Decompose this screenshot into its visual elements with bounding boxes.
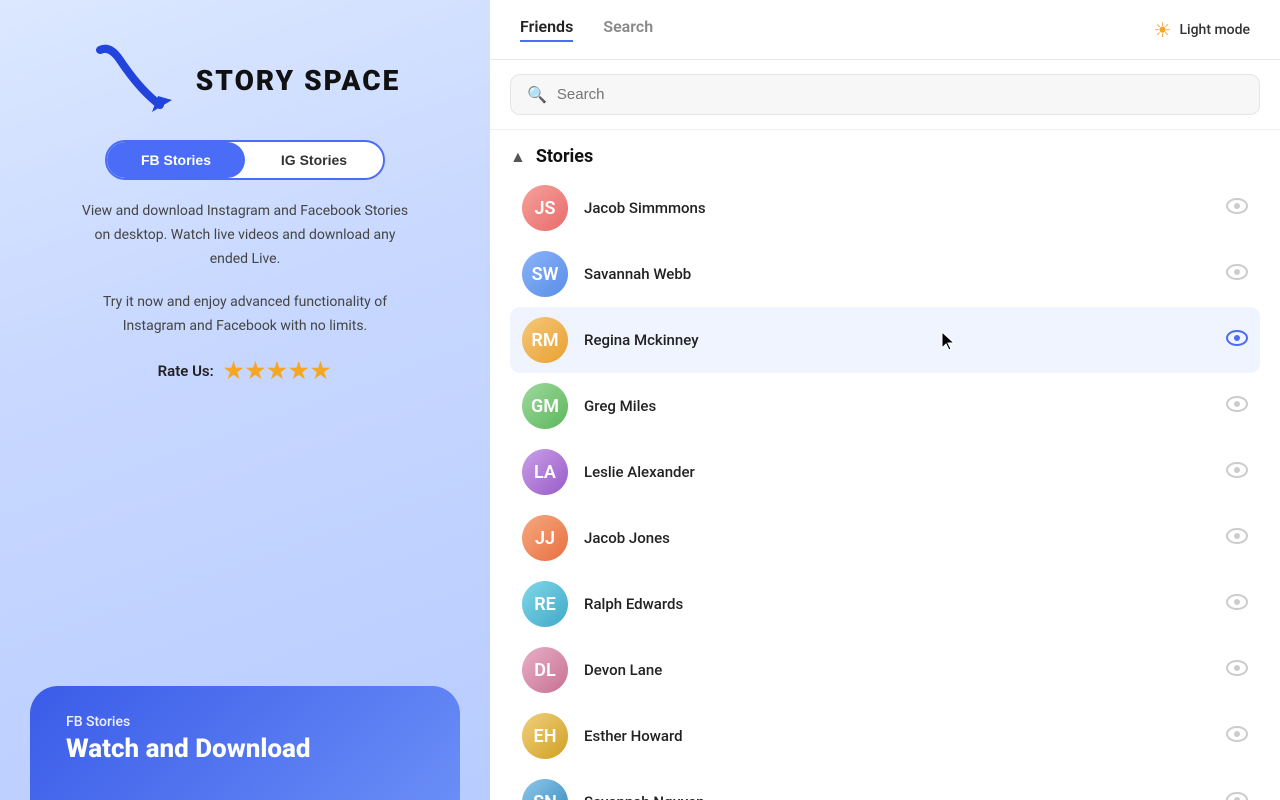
story-name: Ralph Edwards: [584, 595, 1226, 613]
avatar: RM: [522, 317, 568, 363]
eye-icon[interactable]: [1226, 792, 1248, 800]
search-input[interactable]: [557, 86, 1243, 103]
logo-area: STORY SPACE: [90, 40, 400, 120]
avatar: JJ: [522, 515, 568, 561]
story-name: Esther Howard: [584, 727, 1226, 745]
story-type-toggle: FB Stories IG Stories: [105, 140, 385, 180]
stories-section: ▲ Stories JS Jacob Simmmons SW Savannah Web…: [490, 130, 1280, 800]
search-icon: 🔍: [527, 85, 547, 104]
story-item[interactable]: SN Savannah Nguyen: [510, 769, 1260, 800]
story-item[interactable]: RM Regina Mckinney: [510, 307, 1260, 373]
eye-icon[interactable]: [1226, 528, 1248, 549]
story-name: Savannah Nguyen: [584, 793, 1226, 800]
light-mode-toggle[interactable]: ☀ Light mode: [1154, 18, 1250, 42]
story-name: Devon Lane: [584, 661, 1226, 679]
app-title: STORY SPACE: [196, 64, 400, 97]
ig-stories-button[interactable]: IG Stories: [245, 142, 383, 178]
eye-icon[interactable]: [1226, 330, 1248, 351]
avatar: EH: [522, 713, 568, 759]
rate-us-row: Rate Us: ★★★★★: [158, 359, 333, 384]
description-2: Try it now and enjoy advanced functional…: [75, 291, 415, 339]
story-name: Greg Miles: [584, 397, 1226, 415]
eye-icon[interactable]: [1226, 396, 1248, 417]
story-item[interactable]: JJ Jacob Jones: [510, 505, 1260, 571]
sun-icon: ☀: [1154, 18, 1172, 42]
story-name: Leslie Alexander: [584, 463, 1226, 481]
collapse-icon[interactable]: ▲: [510, 147, 526, 167]
avatar: LA: [522, 449, 568, 495]
eye-icon[interactable]: [1226, 264, 1248, 285]
left-panel: STORY SPACE FB Stories IG Stories View a…: [0, 0, 490, 800]
story-item[interactable]: EH Esther Howard: [510, 703, 1260, 769]
stories-label: Stories: [536, 146, 593, 167]
right-panel: Friends Search ☀ Light mode 🔍 ▲ Stories …: [490, 0, 1280, 800]
search-bar: 🔍: [510, 74, 1260, 115]
eye-icon[interactable]: [1226, 660, 1248, 681]
bottom-cta-banner[interactable]: FB Stories Watch and Download: [30, 686, 460, 800]
tab-friends[interactable]: Friends: [520, 17, 573, 42]
fb-stories-button[interactable]: FB Stories: [107, 142, 245, 178]
story-item[interactable]: SW Savannah Webb: [510, 241, 1260, 307]
eye-icon[interactable]: [1226, 198, 1248, 219]
story-item[interactable]: DL Devon Lane: [510, 637, 1260, 703]
avatar: GM: [522, 383, 568, 429]
description-1: View and download Instagram and Facebook…: [75, 200, 415, 271]
eye-icon[interactable]: [1226, 594, 1248, 615]
story-name: Regina Mckinney: [584, 331, 1226, 349]
arrow-icon: [90, 40, 180, 120]
eye-icon[interactable]: [1226, 726, 1248, 747]
tab-search[interactable]: Search: [603, 17, 653, 42]
avatar: RE: [522, 581, 568, 627]
story-name: Jacob Jones: [584, 529, 1226, 547]
avatar: SW: [522, 251, 568, 297]
story-name: Jacob Simmmons: [584, 199, 1226, 217]
story-item[interactable]: JS Jacob Simmmons: [510, 175, 1260, 241]
nav-tabs: Friends Search: [520, 17, 653, 42]
eye-icon[interactable]: [1226, 462, 1248, 483]
search-bar-wrap: 🔍: [490, 60, 1280, 130]
story-item[interactable]: GM Greg Miles: [510, 373, 1260, 439]
story-item[interactable]: LA Leslie Alexander: [510, 439, 1260, 505]
cta-title: Watch and Download: [66, 734, 424, 764]
left-top-content: STORY SPACE FB Stories IG Stories View a…: [30, 40, 460, 384]
story-name: Savannah Webb: [584, 265, 1226, 283]
story-item[interactable]: RE Ralph Edwards: [510, 571, 1260, 637]
cta-subtitle: FB Stories: [66, 714, 424, 730]
rate-us-label: Rate Us:: [158, 362, 214, 380]
avatar: JS: [522, 185, 568, 231]
light-mode-label: Light mode: [1179, 22, 1250, 38]
star-rating[interactable]: ★★★★★: [224, 359, 333, 384]
stories-list: JS Jacob Simmmons SW Savannah Webb RM Regina …: [510, 175, 1260, 800]
avatar: SN: [522, 779, 568, 800]
avatar: DL: [522, 647, 568, 693]
stories-header: ▲ Stories: [510, 130, 1260, 175]
header: Friends Search ☀ Light mode: [490, 0, 1280, 60]
